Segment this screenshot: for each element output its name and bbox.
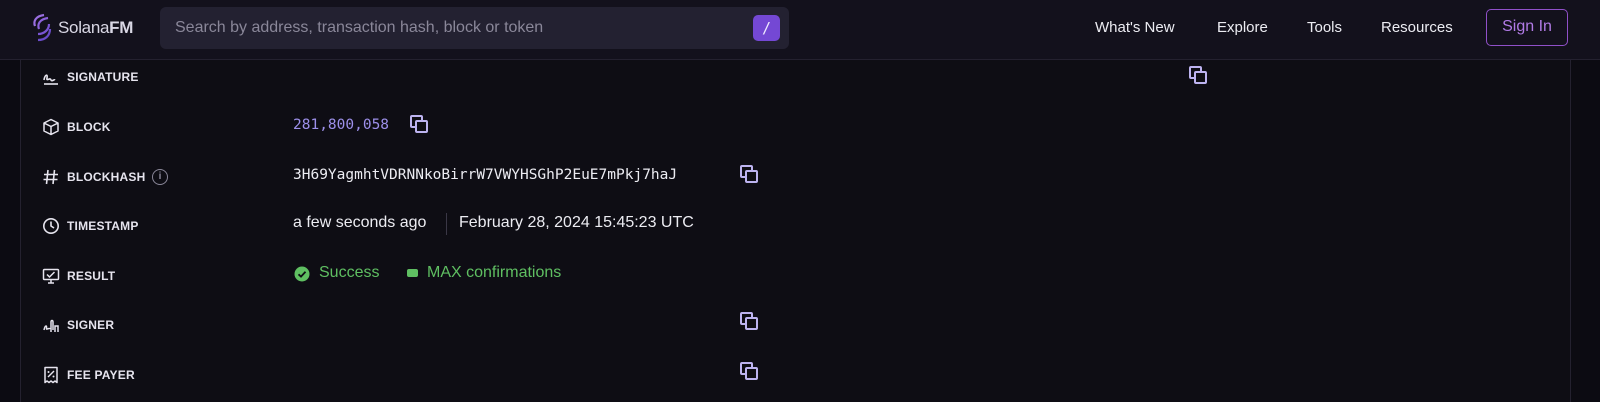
copy-signature-icon[interactable] — [1189, 66, 1211, 88]
signer-icon — [43, 319, 59, 332]
timestamp-row: TIMESTAMP a few seconds ago February 28,… — [20, 201, 1571, 251]
copy-signer-icon[interactable] — [740, 312, 762, 334]
receipt-icon — [44, 366, 58, 384]
confirmations-badge-icon — [407, 269, 418, 277]
info-icon[interactable]: i — [152, 169, 168, 185]
solanafm-logo[interactable]: SolanaFM — [30, 11, 133, 45]
blockhash-value: 3H69YagmhtVDRNNkoBirrW7VWYHSGhP2EuE7mPkj… — [293, 167, 678, 183]
clock-icon — [43, 218, 59, 234]
nav-explore[interactable]: Explore — [1217, 19, 1268, 36]
timestamp-divider — [446, 213, 447, 235]
signer-label: SIGNER — [67, 318, 115, 332]
signature-label: SIGNATURE — [67, 70, 139, 84]
timestamp-label: TIMESTAMP — [67, 219, 139, 233]
nav-tools[interactable]: Tools — [1307, 19, 1342, 36]
block-number-link[interactable]: 281,800,058 — [293, 117, 389, 133]
result-status: Success — [319, 264, 380, 281]
blockhash-row: BLOCKHASH i 3H69YagmhtVDRNNkoBirrW7VWYHS… — [20, 152, 1571, 202]
logo-text: SolanaFM — [58, 18, 134, 37]
search-bar[interactable]: Search by address, transaction hash, blo… — [160, 7, 789, 49]
copy-block-icon[interactable] — [410, 115, 432, 137]
copy-blockhash-icon[interactable] — [740, 165, 762, 187]
top-navbar: SolanaFM Search by address, transaction … — [0, 0, 1600, 60]
result-row: RESULT Success MAX confirmations — [20, 251, 1571, 301]
timestamp-relative: a few seconds ago — [293, 214, 427, 231]
nav-whats-new[interactable]: What's New — [1095, 19, 1175, 36]
timestamp-absolute: February 28, 2024 15:45:23 UTC — [459, 214, 694, 231]
search-shortcut-badge: / — [753, 15, 780, 41]
result-confirmations: MAX confirmations — [427, 264, 562, 281]
monitor-check-icon — [42, 268, 60, 284]
page-scrollbar[interactable] — [1580, 60, 1594, 402]
copy-fee-payer-icon[interactable] — [740, 362, 762, 384]
signer-row: SIGNER — [20, 300, 1571, 350]
fee-payer-label: FEE PAYER — [67, 368, 135, 382]
signature-row: SIGNATURE — [20, 52, 1571, 102]
result-label: RESULT — [67, 269, 116, 283]
solanafm-logo-icon — [33, 13, 52, 42]
cube-icon — [43, 118, 59, 136]
nav-resources[interactable]: Resources — [1381, 19, 1453, 36]
success-check-icon — [294, 266, 310, 282]
signature-icon — [43, 74, 58, 85]
blockhash-label: BLOCKHASH — [67, 170, 146, 184]
block-row: BLOCK 281,800,058 — [20, 102, 1571, 152]
block-label: BLOCK — [67, 120, 111, 134]
sign-in-button[interactable]: Sign In — [1486, 9, 1568, 46]
fee-payer-row: FEE PAYER — [20, 350, 1571, 400]
search-input[interactable]: Search by address, transaction hash, blo… — [175, 19, 543, 37]
hash-icon — [43, 169, 58, 185]
